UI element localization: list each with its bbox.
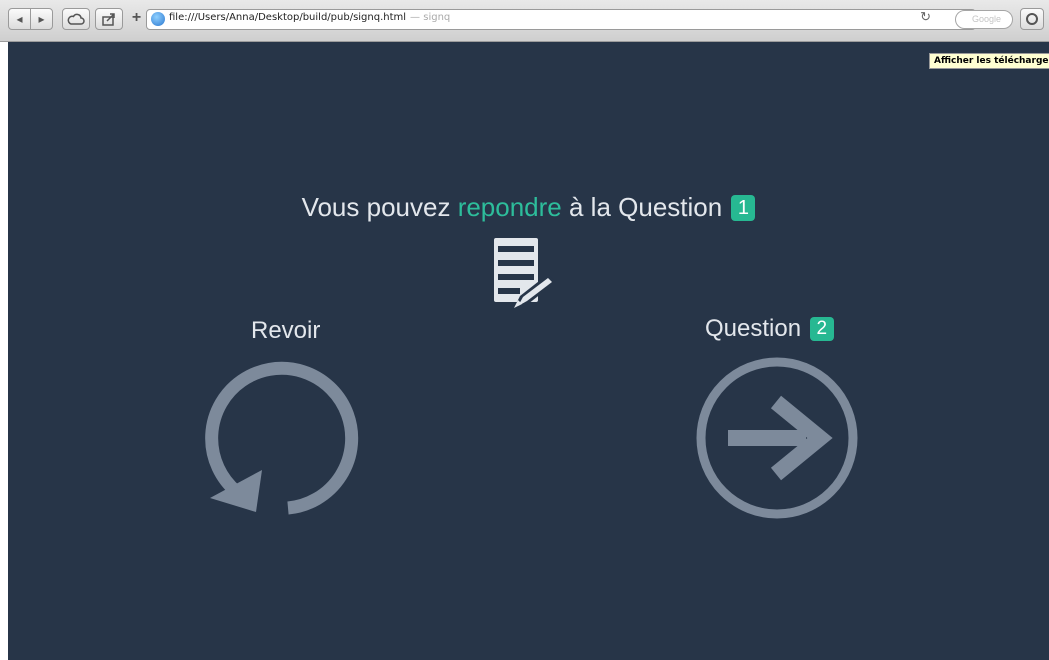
headline: Vous pouvez repondre à la Question 1 [8,192,1049,223]
downloads-tooltip: Afficher les téléchargement [929,53,1049,69]
headline-text-end: à la Question [561,192,730,222]
url-text: file:///Users/Anna/Desktop/build/pub/sig… [169,12,450,23]
next-question-text: Question [705,315,808,342]
current-question-badge: 1 [731,195,756,221]
form-edit-icon[interactable] [490,236,560,312]
url-page-title: — signq [410,12,451,23]
address-bar[interactable]: file:///Users/Anna/Desktop/build/pub/sig… [146,9,976,30]
globe-icon [151,12,165,26]
headline-accent: repondre [457,192,562,222]
browser-toolbar: ◂ ▸ + file:///Users/Anna/Desktop/build/p… [0,0,1049,42]
back-arrow-icon: ◂ [16,12,23,26]
downloads-button[interactable] [1020,8,1044,30]
forward-arrow-icon: ▸ [38,12,45,26]
share-button[interactable] [95,8,123,30]
icloud-tabs-button[interactable] [62,8,90,30]
cloud-icon [67,13,85,25]
forward-button[interactable]: ▸ [30,8,53,30]
back-button[interactable]: ◂ [8,8,31,30]
next-question-label: Question 2 [705,315,834,343]
arrow-right-circle-icon[interactable] [694,354,864,524]
page-content: Vous pouvez repondre à la Question 1 Rev… [8,42,1049,660]
page-title: signq [423,12,451,23]
search-field[interactable]: Google [955,10,1013,29]
reload-icon[interactable]: ↻ [920,9,931,25]
revoir-label: Revoir [251,317,321,344]
plus-icon: + [131,9,142,26]
refresh-icon[interactable] [204,360,374,530]
headline-text-start: Vous pouvez [301,192,458,222]
url: file:///Users/Anna/Desktop/build/pub/sig… [169,12,407,23]
search-placeholder: Google [972,14,1002,24]
share-icon [102,13,115,26]
downloads-icon [1026,13,1038,25]
add-bookmark-button[interactable]: + [128,8,145,30]
next-question-badge: 2 [809,317,834,341]
